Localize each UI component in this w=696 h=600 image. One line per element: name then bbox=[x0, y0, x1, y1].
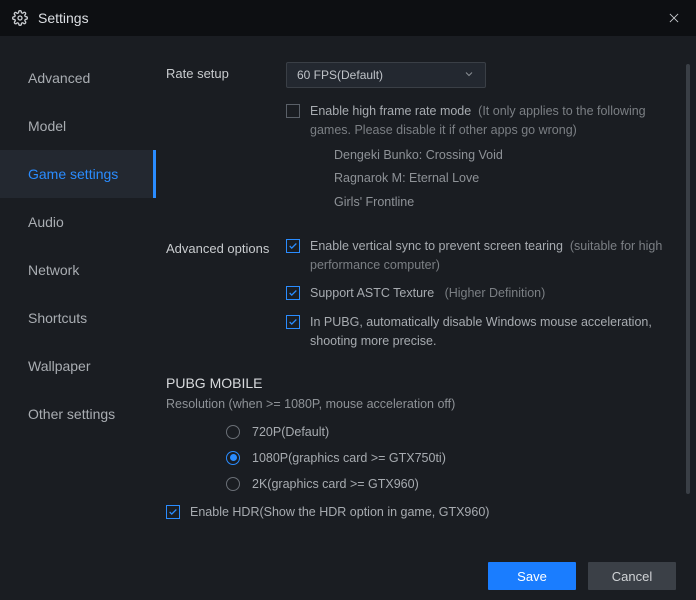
sidebar-item-shortcuts[interactable]: Shortcuts bbox=[0, 294, 156, 342]
resolution-radio-group: 720P(Default) 1080P(graphics card >= GTX… bbox=[226, 425, 670, 491]
radio-icon bbox=[226, 425, 240, 439]
sidebar-item-label: Wallpaper bbox=[28, 358, 91, 374]
radio-icon bbox=[226, 451, 240, 465]
game-list-item: Ragnarok M: Eternal Love bbox=[334, 167, 670, 191]
advanced-options-label: Advanced options bbox=[166, 237, 286, 256]
sidebar-item-audio[interactable]: Audio bbox=[0, 198, 156, 246]
gear-icon bbox=[12, 10, 28, 26]
pubg-mouse-checkbox[interactable] bbox=[286, 315, 300, 329]
close-button[interactable] bbox=[652, 0, 696, 36]
sidebar-item-label: Network bbox=[28, 262, 79, 278]
sidebar-item-network[interactable]: Network bbox=[0, 246, 156, 294]
resolution-720p[interactable]: 720P(Default) bbox=[226, 425, 670, 439]
rate-setup-label: Rate setup bbox=[166, 62, 286, 81]
resolution-2k[interactable]: 2K(graphics card >= GTX960) bbox=[226, 477, 670, 491]
vsync-text: Enable vertical sync to prevent screen t… bbox=[310, 237, 670, 275]
hdr-text: Enable HDR(Show the HDR option in game, … bbox=[190, 503, 489, 522]
sidebar-item-game-settings[interactable]: Game settings bbox=[0, 150, 156, 198]
window-title: Settings bbox=[38, 10, 89, 26]
high-frame-checkbox[interactable] bbox=[286, 104, 300, 118]
sidebar-item-advanced[interactable]: Advanced bbox=[0, 54, 156, 102]
sidebar: Advanced Model Game settings Audio Netwo… bbox=[0, 36, 156, 552]
sidebar-item-model[interactable]: Model bbox=[0, 102, 156, 150]
sidebar-item-other-settings[interactable]: Other settings bbox=[0, 390, 156, 438]
resolution-1080p[interactable]: 1080P(graphics card >= GTX750ti) bbox=[226, 451, 670, 465]
high-frame-text: Enable high frame rate mode (It only app… bbox=[310, 102, 670, 215]
sidebar-item-label: Advanced bbox=[28, 70, 90, 86]
sidebar-item-wallpaper[interactable]: Wallpaper bbox=[0, 342, 156, 390]
sidebar-item-label: Audio bbox=[28, 214, 64, 230]
sidebar-item-label: Game settings bbox=[28, 166, 118, 182]
game-list-item: Dengeki Bunko: Crossing Void bbox=[334, 144, 670, 168]
cancel-button[interactable]: Cancel bbox=[588, 562, 676, 590]
astc-checkbox[interactable] bbox=[286, 286, 300, 300]
sidebar-item-label: Other settings bbox=[28, 406, 115, 422]
titlebar: Settings bbox=[0, 0, 696, 36]
vsync-checkbox[interactable] bbox=[286, 239, 300, 253]
resolution-label: Resolution (when >= 1080P, mouse acceler… bbox=[166, 397, 670, 411]
sidebar-item-label: Shortcuts bbox=[28, 310, 87, 326]
astc-text: Support ASTC Texture (Higher Definition) bbox=[310, 284, 545, 303]
sidebar-item-label: Model bbox=[28, 118, 66, 134]
save-button[interactable]: Save bbox=[488, 562, 576, 590]
settings-panel: Rate setup 60 FPS(Default) Enable high f… bbox=[156, 36, 696, 552]
rate-setup-value: 60 FPS(Default) bbox=[297, 68, 383, 82]
game-list-item: Girls' Frontline bbox=[334, 191, 670, 215]
pubg-mobile-header: PUBG MOBILE bbox=[166, 375, 670, 391]
hdr-checkbox[interactable] bbox=[166, 505, 180, 519]
footer: Save Cancel bbox=[0, 552, 696, 600]
chevron-down-icon bbox=[463, 68, 475, 83]
scrollbar[interactable] bbox=[686, 64, 690, 494]
pubg-mouse-text: In PUBG, automatically disable Windows m… bbox=[310, 313, 670, 351]
radio-icon bbox=[226, 477, 240, 491]
rate-setup-select[interactable]: 60 FPS(Default) bbox=[286, 62, 486, 88]
